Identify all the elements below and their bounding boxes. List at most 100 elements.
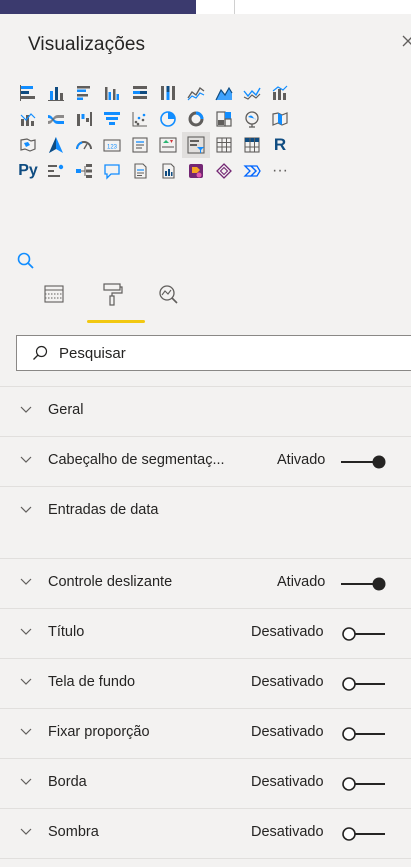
diamond-visual-icon[interactable] [210, 158, 238, 184]
section-label: Sombra [48, 824, 99, 840]
kpi-icon[interactable] [154, 132, 182, 158]
chevron-down-icon [20, 728, 32, 735]
chevron-down-icon [20, 578, 32, 585]
search-input[interactable] [59, 342, 399, 364]
matrix-icon[interactable] [238, 132, 266, 158]
format-tab-icon[interactable] [96, 278, 128, 310]
visualizations-pane: Visualizações 123 R Py ··· Pesquisar Ger… [0, 14, 411, 867]
toggle-off[interactable] [341, 626, 389, 642]
azure-map-icon[interactable] [42, 132, 70, 158]
toggle-on[interactable] [341, 454, 389, 470]
smart-narrative-icon[interactable] [126, 158, 154, 184]
chevron-down-icon [20, 456, 32, 463]
more-icon[interactable]: ··· [266, 158, 294, 184]
toggle-state: Ativado [277, 574, 326, 590]
chevron-down-icon [20, 628, 32, 635]
power-automate-icon[interactable] [238, 158, 266, 184]
gallery-row [14, 80, 411, 106]
r-visual-icon[interactable]: R [266, 132, 294, 158]
treemap-icon[interactable] [210, 106, 238, 132]
slicer-icon[interactable] [182, 132, 210, 158]
scatter-icon[interactable] [126, 106, 154, 132]
qna-icon[interactable] [98, 158, 126, 184]
chevron-down-icon [20, 406, 32, 413]
section-label: Entradas de data [48, 502, 159, 518]
section-sombra[interactable]: Sombra Desativado [0, 808, 411, 858]
chevron-down-icon [20, 506, 32, 513]
clustered-bar-icon[interactable] [70, 80, 98, 106]
section-borda[interactable]: Borda Desativado [0, 758, 411, 808]
section-label: Fixar proporção [48, 724, 150, 740]
donut-chart-icon[interactable] [182, 106, 210, 132]
python-visual-icon[interactable]: Py [14, 158, 42, 184]
section-titulo[interactable]: Título Desativado [0, 608, 411, 658]
toggle-off[interactable] [341, 726, 389, 742]
line-clustered-column-icon[interactable] [14, 106, 42, 132]
close-icon[interactable] [402, 30, 411, 53]
paginated-report-icon[interactable] [154, 158, 182, 184]
stacked-area-icon[interactable] [238, 80, 266, 106]
ribbon-edge [0, 0, 196, 14]
section-controle-deslizante[interactable]: Controle deslizante Ativado [0, 558, 411, 608]
section-tela-de-fundo[interactable]: Tela de fundo Desativado [0, 658, 411, 708]
search-box-icon [33, 345, 48, 360]
toggle-state: Desativado [251, 674, 324, 690]
section-cabecalho[interactable]: Cabeçalho de segmentaç... Ativado [0, 436, 411, 486]
strip-divider [234, 0, 235, 14]
fields-tab-icon[interactable] [38, 278, 70, 310]
shape-map-icon[interactable] [14, 132, 42, 158]
line-column-icon[interactable] [266, 80, 294, 106]
visual-gallery: 123 R Py ··· [14, 80, 411, 184]
section-label: Título [48, 624, 85, 640]
area-chart-icon[interactable] [210, 80, 238, 106]
toggle-state: Desativado [251, 774, 324, 790]
top-strip [0, 0, 411, 14]
funnel-icon[interactable] [98, 106, 126, 132]
key-influencers-icon[interactable] [42, 158, 70, 184]
table-icon[interactable] [210, 132, 238, 158]
toggle-off[interactable] [341, 676, 389, 692]
section-geral[interactable]: Geral [0, 386, 411, 436]
gallery-row [14, 106, 411, 132]
toggle-state: Desativado [251, 624, 324, 640]
decomposition-tree-icon[interactable] [70, 158, 98, 184]
chevron-down-icon [20, 778, 32, 785]
r-visual-label: R [273, 135, 287, 154]
multi-row-card-icon[interactable] [126, 132, 154, 158]
card-icon[interactable]: 123 [98, 132, 126, 158]
filled-map-icon[interactable] [266, 106, 294, 132]
section-fixar-proporcao[interactable]: Fixar proporção Desativado [0, 708, 411, 758]
pane-title: Visualizações [28, 34, 146, 55]
map-icon[interactable] [238, 106, 266, 132]
gauge-icon[interactable] [70, 132, 98, 158]
toggle-state: Desativado [251, 824, 324, 840]
section-divider [0, 858, 411, 859]
waterfall-icon[interactable] [70, 106, 98, 132]
toggle-off[interactable] [341, 776, 389, 792]
pie-chart-icon[interactable] [154, 106, 182, 132]
search-icon[interactable] [16, 251, 36, 271]
100-bar-icon[interactable] [126, 80, 154, 106]
stacked-bar-icon[interactable] [14, 80, 42, 106]
toggle-off[interactable] [341, 826, 389, 842]
python-visual-label: Py [18, 162, 38, 179]
ribbon-chart-icon[interactable] [42, 106, 70, 132]
100-column-icon[interactable] [154, 80, 182, 106]
chevron-down-icon [20, 678, 32, 685]
analytics-tab-icon[interactable] [152, 278, 184, 310]
line-chart-icon[interactable] [182, 80, 210, 106]
stacked-column-icon[interactable] [42, 80, 70, 106]
clustered-column-icon[interactable] [98, 80, 126, 106]
search-box [16, 335, 411, 371]
more-label: ··· [272, 162, 288, 179]
section-entradas-de-data[interactable]: Entradas de data [0, 486, 411, 536]
section-label: Controle deslizante [48, 574, 173, 590]
svg-text:123: 123 [107, 145, 118, 151]
toggle-on[interactable] [341, 576, 389, 592]
section-label: Geral [48, 402, 84, 418]
chevron-down-icon [20, 828, 32, 835]
section-label: Cabeçalho de segmentaç... [48, 452, 225, 468]
power-apps-icon[interactable] [182, 158, 210, 184]
gallery-row: 123 R [14, 132, 411, 158]
section-label: Tela de fundo [48, 674, 136, 690]
